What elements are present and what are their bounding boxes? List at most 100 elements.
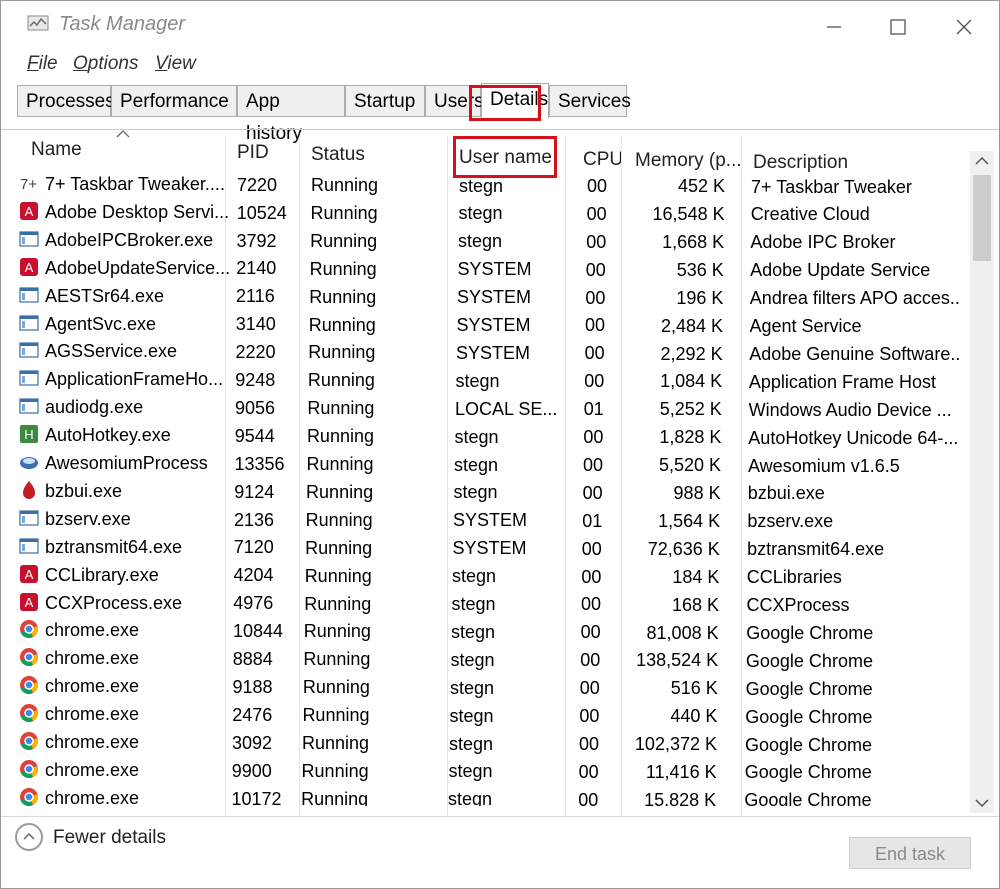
process-description: Awesomium v1.6.5 [748,455,900,476]
process-user-name: SYSTEM [457,259,532,280]
process-description: Agent Service [749,316,862,337]
process-row[interactable]: bzbui.exe 9124 Running stegn 00 988 K bzbui.ex… [15,478,970,506]
tab-app-history[interactable]: App history [237,85,345,144]
process-name: AGSService.exe [45,341,178,362]
process-status: Running [304,593,372,614]
process-cpu: 00 [578,789,599,806]
chrome-icon [20,676,38,695]
process-status: Running [304,565,372,586]
process-row[interactable]: chrome.exe 9900 Running stegn 00 11,416 K Goog… [15,757,970,785]
menu-view-mnemonic: V [155,53,168,74]
process-row[interactable]: chrome.exe 8884 Running stegn 00 138,524 K Goo… [15,645,970,673]
process-cpu: 01 [582,510,603,531]
tab-services[interactable]: Services [549,85,631,117]
process-row[interactable]: chrome.exe 10172 Running stegn 00 15,828 K Goo… [15,785,970,806]
tab-startup[interactable]: Startup [345,85,425,117]
svg-text:A: A [25,260,34,275]
process-row[interactable]: AwesomiumProcess 13356 Running stegn 00 5,520… [15,450,970,478]
process-memory: 168 K [671,594,719,615]
process-row[interactable]: chrome.exe 2476 Running stegn 00 440 K Google … [15,701,970,729]
process-cpu: 00 [587,176,608,196]
process-description: Google Chrome [745,706,873,727]
taskbar-tweaker-icon: 7+ [20,176,37,193]
process-row[interactable]: AgentSvc.exe 3140 Running SYSTEM 00 2,484 K Ag… [15,311,970,339]
process-cpu: 00 [585,259,606,280]
process-user-name: stegn [449,733,494,754]
process-user-name: stegn [452,566,497,587]
process-description: CCXProcess [746,595,850,616]
process-pid: 2116 [236,286,275,307]
process-user-name: stegn [459,175,504,196]
maximize-icon[interactable] [883,15,913,39]
app-window-icon [19,231,39,247]
process-cpu: 00 [585,315,606,336]
process-row[interactable]: H AutoHotkey.exe 9544 Running stegn 00 1,828 K… [15,422,970,450]
process-status: Running [306,426,374,447]
menu-view-rest: iew [167,53,196,74]
scrollbar-thumb[interactable] [973,175,991,261]
tab-performance[interactable]: Performance [111,85,237,117]
process-row[interactable]: ApplicationFrameHo... 9248 Running stegn 00 1… [15,366,970,394]
process-description: Windows Audio Device ... [748,399,952,420]
process-user-name: SYSTEM [456,315,531,336]
process-status: Running [306,481,374,502]
bzbui-icon [23,480,35,499]
vertical-scrollbar[interactable] [970,151,994,813]
tab-details[interactable]: Details [481,83,549,119]
tab-processes[interactable]: Processes [17,85,115,117]
process-user-name: stegn [458,203,503,224]
scroll-down-icon[interactable] [974,797,990,809]
process-name: AESTSr64.exe [45,285,165,306]
process-memory: 1,564 K [658,510,721,531]
process-row[interactable]: A Adobe Desktop Servi... 10524 Running stegn… [15,199,970,227]
process-user-name: stegn [451,621,496,642]
process-memory: 1,828 K [659,427,722,448]
process-pid: 2140 [236,258,277,279]
process-pid: 9124 [234,481,275,502]
process-name: chrome.exe [45,732,140,753]
process-row[interactable]: bztransmit64.exe 7120 Running SYSTEM 00 72,63… [15,534,970,562]
title-bar[interactable]: Task Manager [1,1,999,45]
svg-text:A: A [25,567,34,582]
process-name: AwesomiumProcess [45,453,208,474]
process-name: chrome.exe [45,648,140,669]
process-description: bztransmit64.exe [747,539,885,560]
process-status: Running [309,286,377,307]
process-row[interactable]: chrome.exe 10844 Running stegn 00 81,008 K Goo… [15,617,970,645]
process-memory: 81,008 K [646,622,719,643]
close-icon[interactable] [949,15,979,39]
process-row[interactable]: chrome.exe 3092 Running stegn 00 102,372 K Goo… [15,729,970,757]
menu-view[interactable]: View [155,53,196,75]
process-row[interactable]: A CCXProcess.exe 4976 Running stegn 00 168 K CC… [15,590,970,618]
process-row[interactable]: audiodg.exe 9056 Running LOCAL SE... 01 5,252… [15,394,970,422]
process-pid: 9248 [235,370,276,391]
menu-options[interactable]: Options [73,53,138,75]
tab-users[interactable]: Users [425,85,484,117]
scroll-up-icon[interactable] [974,155,990,167]
process-row[interactable]: AESTSr64.exe 2116 Running SYSTEM 00 196 K Andr… [15,283,970,311]
tab-divider [1,129,999,130]
process-memory: 16,548 K [652,204,725,225]
process-pid: 10172 [231,788,282,806]
process-description: Google Chrome [746,622,874,643]
process-row[interactable]: AdobeIPCBroker.exe 3792 Running stegn 00 1,66… [15,227,970,255]
process-status: Running [301,760,369,781]
fewer-details-toggle[interactable] [15,823,43,851]
process-row[interactable]: 7+ 7+ Taskbar Tweaker.... 7220 Running stegn… [15,171,970,199]
process-name: 7+ Taskbar Tweaker.... [45,174,225,195]
process-pid: 13356 [234,453,285,474]
menu-file[interactable]: File [27,53,58,75]
process-row[interactable]: bzserv.exe 2136 Running SYSTEM 01 1,564 K bzse… [15,506,970,534]
app-window-icon [19,314,39,331]
process-row[interactable]: AGSService.exe 2220 Running SYSTEM 00 2,292 K… [15,338,970,366]
end-task-button[interactable]: End task [849,837,971,869]
minimize-icon[interactable] [819,15,849,39]
process-name: AutoHotkey.exe [45,425,171,446]
process-status: Running [302,705,370,726]
process-row[interactable]: chrome.exe 9188 Running stegn 00 516 K Google … [15,673,970,701]
process-row[interactable]: A CCLibrary.exe 4204 Running stegn 00 184 K CCL… [15,562,970,590]
svg-text:A: A [25,595,34,610]
fewer-details-link[interactable]: Fewer details [53,827,166,849]
process-row[interactable]: A AdobeUpdateService... 2140 Running SYSTEM 0… [15,255,970,283]
process-status: Running [309,258,377,279]
